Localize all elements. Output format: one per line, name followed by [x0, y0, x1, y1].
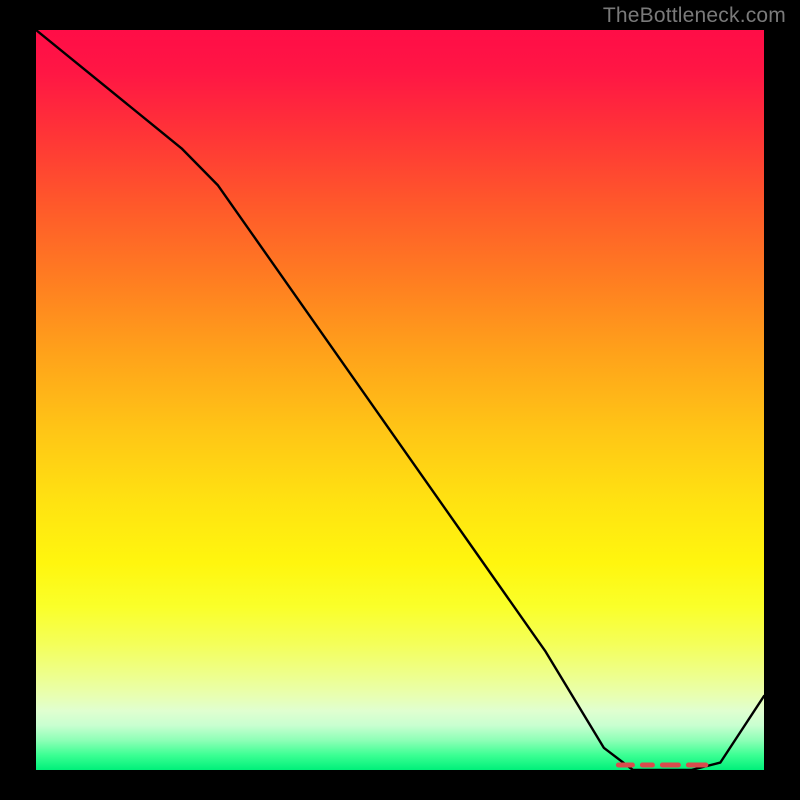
bottleneck-curve-line: [36, 30, 764, 770]
chart-svg: [36, 30, 764, 770]
watermark-text: TheBottleneck.com: [603, 4, 786, 28]
plot-area: [36, 30, 764, 770]
chart-frame: TheBottleneck.com: [0, 0, 800, 800]
